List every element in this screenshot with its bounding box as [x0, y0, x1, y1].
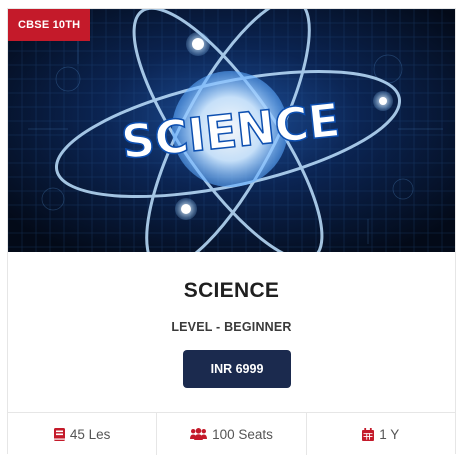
course-level: LEVEL - BEGINNER [171, 320, 292, 334]
course-stats: 45 Les 100 Seats 1 Y [8, 412, 455, 455]
seats-count: 100 Seats [212, 426, 273, 442]
book-icon [53, 427, 65, 441]
duration-value: 1 Y [379, 426, 400, 442]
lessons-stat: 45 Les [8, 413, 158, 455]
seats-stat: 100 Seats [157, 413, 307, 455]
duration-stat: 1 Y [307, 413, 455, 455]
atom-illustration: SCIENCE [8, 9, 455, 252]
users-icon [190, 428, 208, 440]
category-badge: CBSE 10TH [8, 9, 91, 41]
course-title[interactable]: SCIENCE [8, 279, 455, 303]
lessons-count: 45 Les [69, 426, 111, 442]
course-banner-image[interactable]: SCIENCE CBSE 10TH [8, 9, 455, 252]
course-card[interactable]: SCIENCE CBSE 10TH SCIENCE LEVEL - BEGINN… [7, 8, 456, 455]
calendar-icon [362, 427, 375, 441]
price-button[interactable]: INR 6999 [183, 350, 291, 388]
